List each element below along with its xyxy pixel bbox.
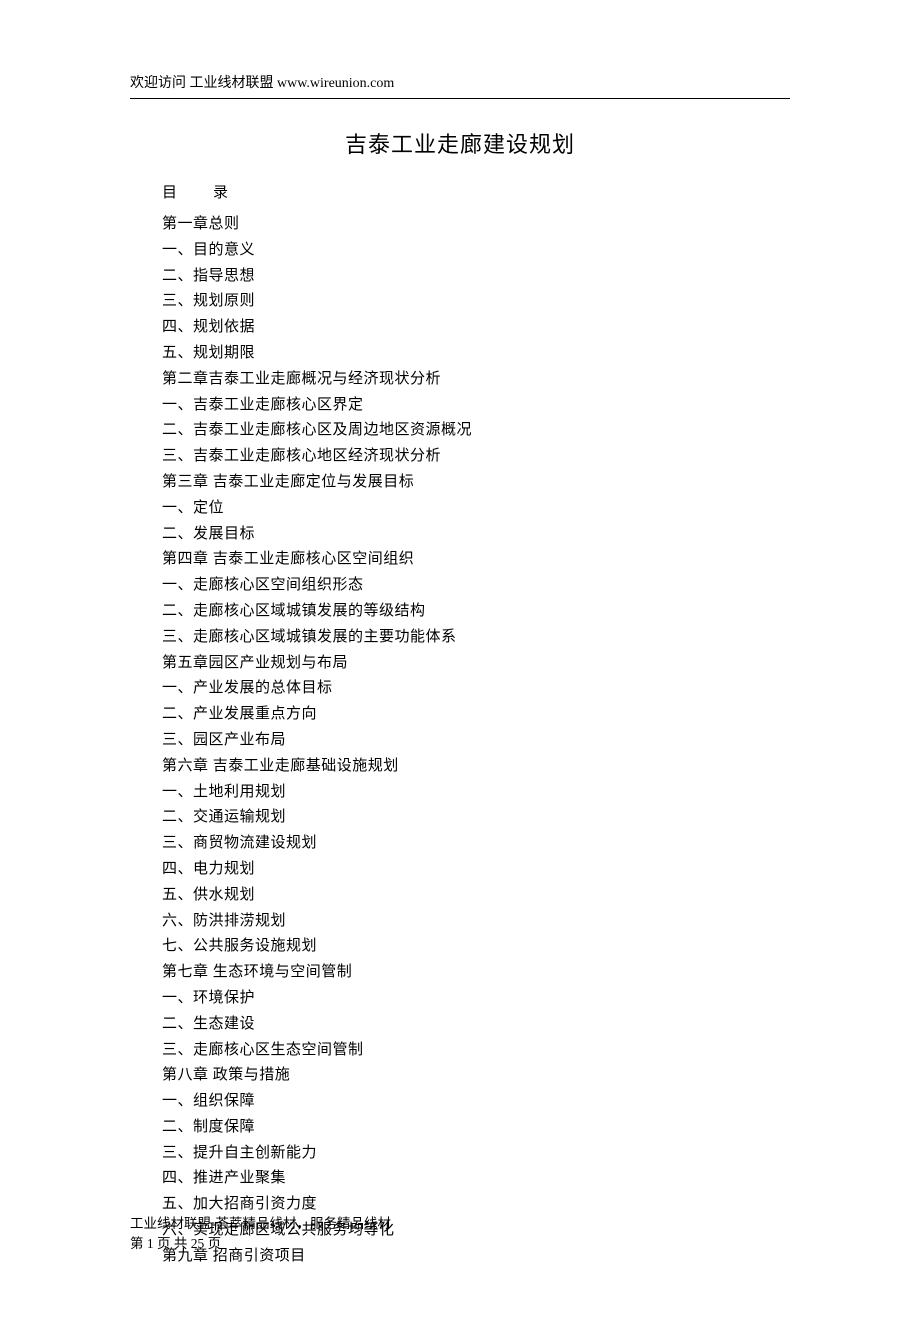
toc-line: 三、园区产业布局 [162,728,790,754]
toc-line: 六、防洪排涝规划 [162,909,790,935]
toc-line: 一、产业发展的总体目标 [162,676,790,702]
toc-line: 二、生态建设 [162,1012,790,1038]
toc-line: 四、电力规划 [162,857,790,883]
toc-line: 三、走廊核心区域城镇发展的主要功能体系 [162,625,790,651]
toc-line: 二、吉泰工业走廊核心区及周边地区资源概况 [162,418,790,444]
toc-line: 一、定位 [162,496,790,522]
toc-line: 三、提升自主创新能力 [162,1141,790,1167]
page-container: 欢迎访问 工业线材联盟 www.wireunion.com 吉泰工业走廊建设规划… [0,0,920,1330]
header-text: 欢迎访问 工业线材联盟 www.wireunion.com [130,72,790,99]
toc-line: 五、规划期限 [162,341,790,367]
toc-line: 第一章总则 [162,212,790,238]
toc-line: 第六章 吉泰工业走廊基础设施规划 [162,754,790,780]
toc-line: 一、走廊核心区空间组织形态 [162,573,790,599]
toc-line: 二、指导思想 [162,264,790,290]
document-title: 吉泰工业走廊建设规划 [130,127,790,159]
toc-line: 一、吉泰工业走廊核心区界定 [162,393,790,419]
toc-line: 第七章 生态环境与空间管制 [162,960,790,986]
toc-line: 第四章 吉泰工业走廊核心区空间组织 [162,547,790,573]
footer-line-1: 工业线材联盟-荟萃精品线材，服务精品线材 [130,1214,391,1234]
toc-line: 一、目的意义 [162,238,790,264]
toc-content: 目 录 第一章总则 一、目的意义 二、指导思想 三、规划原则 四、规划依据 五、… [130,181,790,1270]
toc-line: 二、走廊核心区域城镇发展的等级结构 [162,599,790,625]
toc-line: 二、发展目标 [162,522,790,548]
toc-line: 四、推进产业聚集 [162,1166,790,1192]
toc-line: 二、制度保障 [162,1115,790,1141]
toc-label: 目 录 [162,181,790,202]
toc-line: 三、吉泰工业走廊核心地区经济现状分析 [162,444,790,470]
toc-line: 一、土地利用规划 [162,780,790,806]
toc-line: 三、商贸物流建设规划 [162,831,790,857]
footer: 工业线材联盟-荟萃精品线材，服务精品线材 第 1 页 共 25 页 [130,1214,391,1255]
toc-line: 第二章吉泰工业走廊概况与经济现状分析 [162,367,790,393]
toc-line: 二、交通运输规划 [162,805,790,831]
toc-line: 七、公共服务设施规划 [162,934,790,960]
toc-line: 一、环境保护 [162,986,790,1012]
toc-line: 第五章园区产业规划与布局 [162,651,790,677]
toc-line: 二、产业发展重点方向 [162,702,790,728]
toc-line: 第三章 吉泰工业走廊定位与发展目标 [162,470,790,496]
toc-line: 一、组织保障 [162,1089,790,1115]
toc-line: 三、走廊核心区生态空间管制 [162,1038,790,1064]
toc-line: 第八章 政策与措施 [162,1063,790,1089]
toc-line: 三、规划原则 [162,289,790,315]
toc-line: 五、供水规划 [162,883,790,909]
footer-page-number: 第 1 页 共 25 页 [130,1234,391,1254]
toc-line: 四、规划依据 [162,315,790,341]
